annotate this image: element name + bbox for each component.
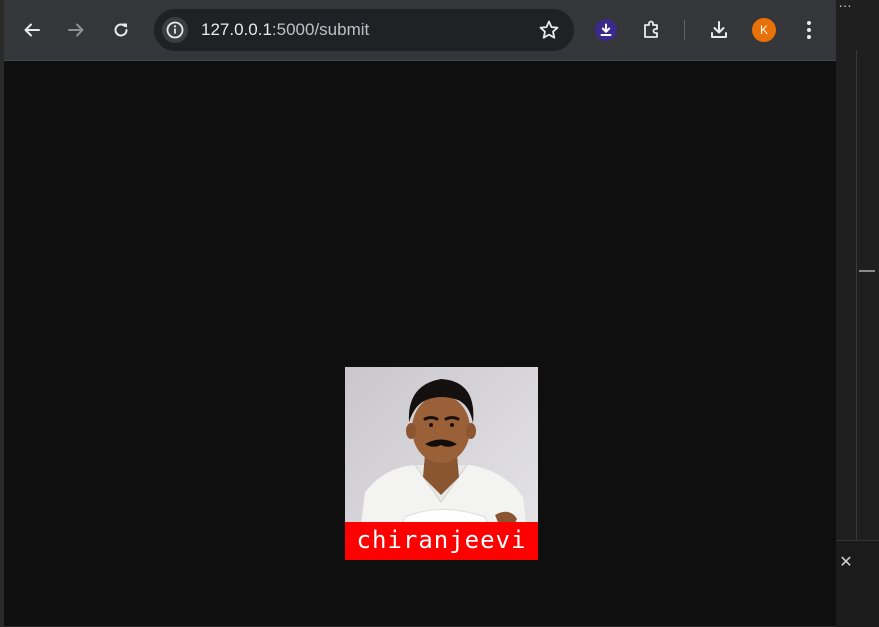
browser-menu-button[interactable] <box>794 15 824 45</box>
forward-button[interactable] <box>61 15 91 45</box>
browser-toolbar: 127.0.0.1:5000/submit K <box>4 0 836 61</box>
reload-button[interactable] <box>106 15 136 45</box>
background-close-icon[interactable]: ✕ <box>836 553 856 573</box>
background-window: … ✕ <box>836 0 879 627</box>
forward-icon <box>68 23 84 37</box>
url-text[interactable]: 127.0.0.1:5000/submit <box>201 20 369 40</box>
browser-window: 127.0.0.1:5000/submit K chiranjeevi <box>4 0 836 626</box>
bookmark-button[interactable] <box>538 19 560 41</box>
toolbar-separator <box>684 20 685 40</box>
star-icon <box>539 20 559 39</box>
result-image: chiranjeevi <box>345 367 538 560</box>
extensions-puzzle-icon <box>644 20 658 38</box>
kebab-menu-icon <box>807 21 811 39</box>
downloads-button[interactable] <box>704 15 734 45</box>
download-extension-icon <box>600 23 612 36</box>
profile-avatar[interactable]: K <box>752 18 776 42</box>
address-bar[interactable]: 127.0.0.1:5000/submit <box>154 9 574 51</box>
image-caption: chiranjeevi <box>345 522 538 560</box>
download-extension-button[interactable] <box>595 19 617 41</box>
background-dash <box>859 270 875 272</box>
url-path: :5000/submit <box>271 20 370 39</box>
url-host: 127.0.0.1 <box>201 20 272 39</box>
downloads-icon <box>711 21 727 38</box>
back-icon <box>24 23 40 37</box>
background-divider <box>856 50 857 540</box>
reload-icon <box>114 23 128 37</box>
background-dots: … <box>838 0 853 10</box>
site-info-button[interactable] <box>162 17 188 43</box>
info-icon <box>166 21 184 39</box>
back-button[interactable] <box>17 15 47 45</box>
extensions-button[interactable] <box>637 15 667 45</box>
